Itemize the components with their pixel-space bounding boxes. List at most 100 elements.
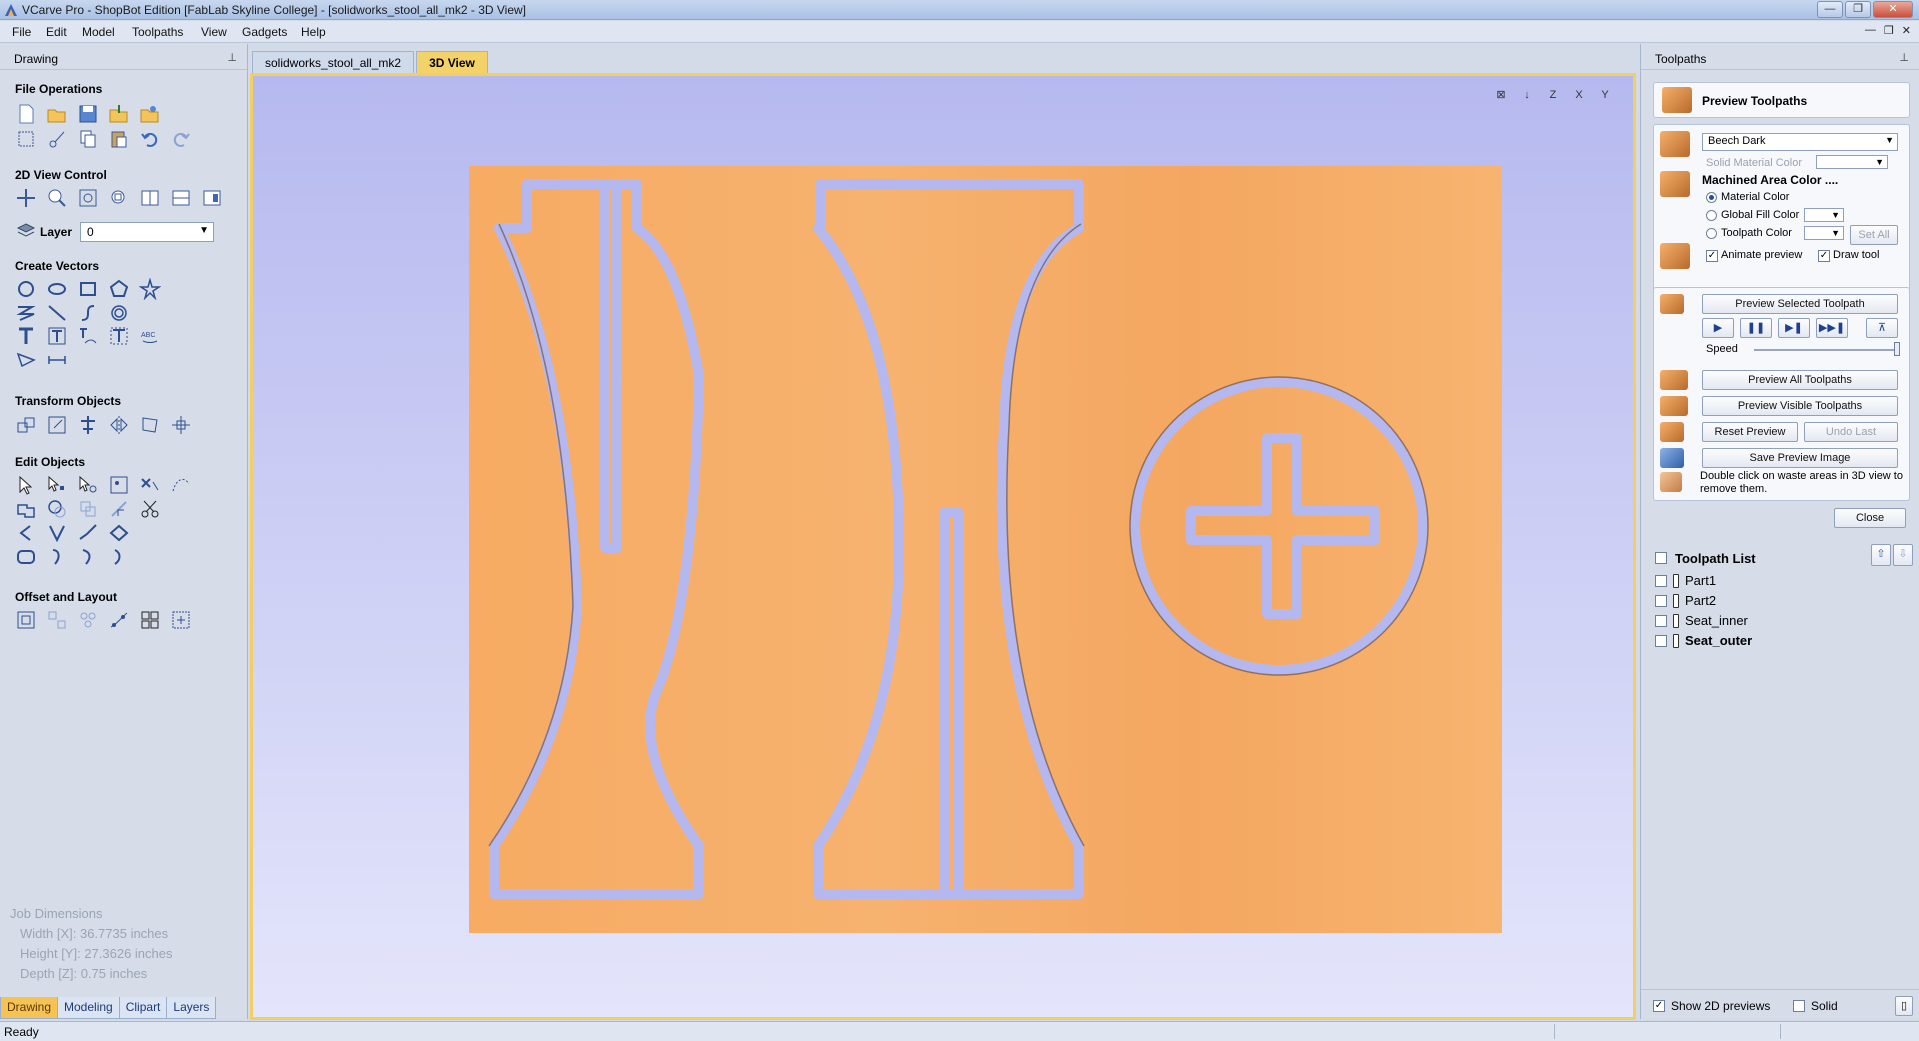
- animate-preview-checkbox[interactable]: ✓: [1706, 250, 1718, 262]
- menu-file[interactable]: File: [12, 25, 31, 39]
- menu-gadgets[interactable]: Gadgets: [242, 25, 287, 39]
- tab-drawing[interactable]: Drawing: [0, 997, 59, 1019]
- offset-icon[interactable]: [14, 608, 38, 632]
- undo-last-button[interactable]: Undo Last: [1804, 422, 1898, 442]
- toolpath-list-checkbox[interactable]: [1655, 552, 1667, 564]
- move-down-icon[interactable]: ⇩: [1893, 544, 1913, 566]
- copy-along-vectors-icon[interactable]: [107, 608, 131, 632]
- curve-fit-icon[interactable]: [169, 473, 193, 497]
- redo-icon[interactable]: [169, 127, 193, 151]
- wrap-icon[interactable]: [107, 545, 131, 569]
- tab-3d-view[interactable]: 3D View: [416, 51, 488, 73]
- snap-grid-icon[interactable]: [200, 186, 224, 210]
- mdi-close-button[interactable]: ✕: [1902, 24, 1911, 37]
- move-icon[interactable]: [14, 413, 38, 437]
- close-button[interactable]: Close: [1834, 508, 1906, 528]
- maximize-button[interactable]: ❐: [1845, 1, 1871, 18]
- mirror-icon[interactable]: [107, 413, 131, 437]
- select-icon[interactable]: [14, 473, 38, 497]
- open-file-icon[interactable]: [45, 102, 69, 126]
- block-copy-icon[interactable]: [138, 608, 162, 632]
- bend-icon[interactable]: [76, 545, 100, 569]
- array-copy-icon[interactable]: [76, 608, 100, 632]
- radio-toolpath-color[interactable]: [1706, 228, 1717, 239]
- tab-2d-document[interactable]: solidworks_stool_all_mk2: [252, 51, 415, 73]
- tab-modeling[interactable]: Modeling: [57, 997, 120, 1019]
- toolpath-item[interactable]: Part2: [1655, 593, 1716, 608]
- pin-icon[interactable]: ⊥: [227, 51, 237, 64]
- import-vectors-icon[interactable]: [107, 102, 131, 126]
- zoom-selected-icon[interactable]: [107, 186, 131, 210]
- text-on-curve-icon[interactable]: [76, 324, 100, 348]
- extend-icon[interactable]: [76, 521, 100, 545]
- weld-icon[interactable]: [14, 497, 38, 521]
- mdi-minimize-button[interactable]: —: [1865, 24, 1876, 37]
- set-origin-icon[interactable]: [169, 413, 193, 437]
- view-z-icon[interactable]: Z: [1543, 84, 1563, 104]
- save-icon[interactable]: [76, 102, 100, 126]
- auto-layout-text-icon[interactable]: [45, 324, 69, 348]
- text-arc-icon[interactable]: [107, 324, 131, 348]
- draw-circle-icon[interactable]: [14, 277, 38, 301]
- subtract-icon[interactable]: [45, 497, 69, 521]
- delete-icon[interactable]: ▯: [1895, 996, 1913, 1016]
- minimize-button[interactable]: —: [1817, 1, 1843, 18]
- 3d-view[interactable]: ⊠ ↓ Z X Y: [250, 73, 1636, 1020]
- step-button[interactable]: ▶❚: [1778, 318, 1810, 338]
- tab-layers[interactable]: Layers: [166, 997, 217, 1019]
- toolpath-checkbox[interactable]: [1655, 574, 1667, 587]
- draw-ellipse-icon[interactable]: [45, 277, 69, 301]
- menu-help[interactable]: Help: [301, 25, 326, 39]
- speed-slider-thumb[interactable]: [1894, 342, 1900, 356]
- menu-toolpaths[interactable]: Toolpaths: [132, 25, 183, 39]
- join-open-icon[interactable]: [14, 521, 38, 545]
- draw-line-icon[interactable]: [45, 301, 69, 325]
- toolpath-checkbox[interactable]: [1655, 634, 1667, 647]
- copy-icon[interactable]: [76, 127, 100, 151]
- import-bitmap-icon[interactable]: [138, 102, 162, 126]
- toolpath-item[interactable]: Part1: [1655, 573, 1716, 588]
- nest-parts-icon[interactable]: [45, 608, 69, 632]
- view-iso-icon[interactable]: ↓: [1517, 84, 1537, 104]
- zoom-icon[interactable]: [45, 186, 69, 210]
- tab-clipart[interactable]: Clipart: [118, 997, 168, 1019]
- scissors-icon[interactable]: [138, 497, 162, 521]
- radio-global-fill[interactable]: [1706, 210, 1717, 221]
- preview-selected-button[interactable]: Preview Selected Toolpath: [1702, 294, 1898, 314]
- speed-slider[interactable]: [1754, 349, 1898, 351]
- smart-smooth-icon[interactable]: [14, 545, 38, 569]
- menu-model[interactable]: Model: [82, 25, 115, 39]
- menu-view[interactable]: View: [201, 25, 227, 39]
- pin-icon[interactable]: ⊥: [1899, 51, 1909, 64]
- expand-button[interactable]: ⊼: [1866, 318, 1898, 338]
- dimension-icon[interactable]: [14, 348, 38, 372]
- undo-icon[interactable]: [138, 127, 162, 151]
- view-y-icon[interactable]: Y: [1595, 84, 1615, 104]
- close-vectors-icon[interactable]: [45, 545, 69, 569]
- join-close-icon[interactable]: [45, 521, 69, 545]
- toolpath-item[interactable]: Seat_outer: [1655, 633, 1752, 648]
- create-fillet-icon[interactable]: [107, 521, 131, 545]
- toggle-rulers-icon[interactable]: [169, 186, 193, 210]
- draw-polyline-icon[interactable]: [14, 301, 38, 325]
- cut-icon[interactable]: [45, 127, 69, 151]
- spell-check-icon[interactable]: ABC: [138, 324, 162, 348]
- material-dropdown[interactable]: Beech Dark ▼: [1702, 133, 1898, 151]
- new-file-icon[interactable]: [14, 102, 38, 126]
- toolpath-item[interactable]: Seat_inner: [1655, 613, 1748, 628]
- close-window-button[interactable]: ✕: [1873, 1, 1913, 18]
- draw-spiral-icon[interactable]: [107, 301, 131, 325]
- play-button[interactable]: ▶: [1702, 318, 1734, 338]
- mdi-restore-button[interactable]: ❐: [1884, 24, 1894, 37]
- menu-edit[interactable]: Edit: [46, 25, 67, 39]
- toolpath-checkbox[interactable]: [1655, 614, 1667, 627]
- set-all-button[interactable]: Set All: [1850, 225, 1898, 245]
- interactive-transform-icon[interactable]: [76, 473, 100, 497]
- distort-icon[interactable]: [138, 413, 162, 437]
- paste-icon[interactable]: [107, 127, 131, 151]
- text-tool-icon[interactable]: [14, 324, 38, 348]
- draw-curve-icon[interactable]: [76, 301, 100, 325]
- toolpath-color-picker[interactable]: ▼: [1804, 226, 1844, 240]
- pause-button[interactable]: ❚❚: [1740, 318, 1772, 338]
- global-fill-picker[interactable]: ▼: [1804, 208, 1844, 222]
